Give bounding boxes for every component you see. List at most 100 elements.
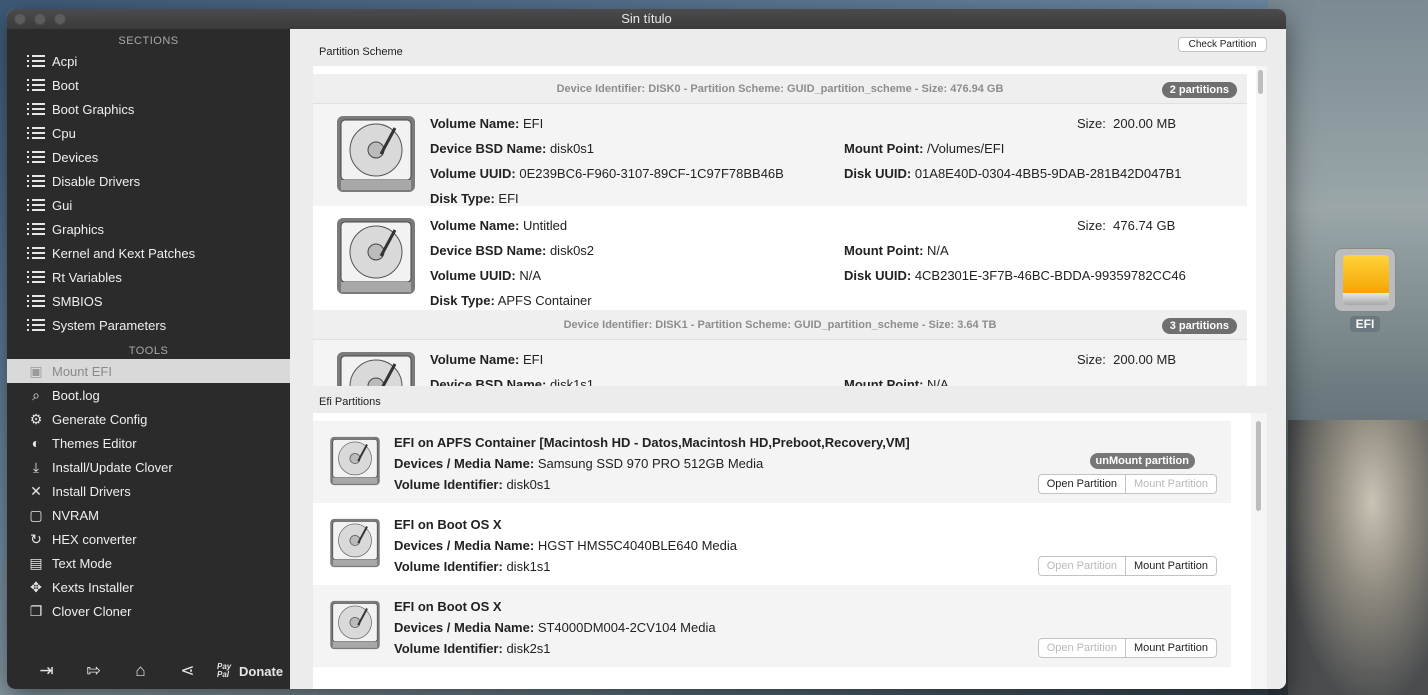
list-icon xyxy=(27,222,45,236)
palette-icon: ◐ xyxy=(31,435,41,451)
hard-drive-icon xyxy=(337,218,415,294)
volume-row[interactable]: Volume Name: Untitled Device BSD Name: d… xyxy=(313,206,1247,308)
sidebar-tool-item[interactable]: ⌕ Boot.log xyxy=(7,383,290,407)
partition-actions: Open Partition Mount Partition xyxy=(1037,474,1217,494)
partition-actions: Open Partition Mount Partition xyxy=(1037,556,1217,576)
sidebar-item-label: Cpu xyxy=(52,125,76,141)
share-icon[interactable]: ⋖ xyxy=(164,661,211,681)
efi-partition-title: EFI on APFS Container [Macintosh HD - Da… xyxy=(394,435,910,450)
desktop-efi-drive[interactable]: EFI xyxy=(1332,248,1398,332)
sidebar-tool-item[interactable]: ▣ Mount EFI xyxy=(7,359,290,383)
sidebar-section-item[interactable]: Cpu xyxy=(7,121,290,145)
sidebar-item-label: Install Drivers xyxy=(52,483,131,499)
efi-drive-icon xyxy=(1334,248,1396,312)
efi-list: EFI on APFS Container [Macintosh HD - Da… xyxy=(313,413,1251,689)
disk0-header-text: Device Identifier: DISK0 - Partition Sch… xyxy=(556,83,1004,95)
hard-drive-icon xyxy=(337,116,415,192)
size-value: 200.00 MB xyxy=(1113,116,1177,131)
volume-identifier-value: disk2s1 xyxy=(506,641,551,656)
efi-partition-title: EFI on Boot OS X xyxy=(394,517,502,532)
sidebar-item-label: Boot xyxy=(52,77,79,93)
sidebar-tool-item[interactable]: ⤓ Install/Update Clover xyxy=(7,455,290,479)
sidebar-section-item[interactable]: Rt Variables xyxy=(7,265,290,289)
sidebar-section-item[interactable]: SMBIOS xyxy=(7,289,290,313)
check-partition-button[interactable]: Check Partition xyxy=(1178,37,1267,52)
volume-identifier-value: disk0s1 xyxy=(506,477,551,492)
sidebar-tool-item[interactable]: ✥ Kexts Installer xyxy=(7,575,290,599)
sidebar-tool-item[interactable]: ✕ Install Drivers xyxy=(7,479,290,503)
sidebar-tool-item[interactable]: ▢ NVRAM xyxy=(7,503,290,527)
efi-partition-row[interactable]: EFI on Boot OS X Devices / Media Name: S… xyxy=(313,585,1231,667)
import-icon[interactable]: ⇥ xyxy=(23,661,70,681)
sections-header: SECTIONS xyxy=(118,35,179,47)
title-bar[interactable]: Sin título xyxy=(7,9,1286,29)
sidebar-tool-item[interactable]: ⚙ Generate Config xyxy=(7,407,290,431)
sidebar-section-item[interactable]: System Parameters xyxy=(7,313,290,337)
home-icon[interactable]: ⌂ xyxy=(117,661,164,681)
mount-partition-button[interactable]: Mount Partition xyxy=(1126,639,1216,657)
list-icon xyxy=(27,78,45,92)
hard-drive-icon xyxy=(330,436,380,486)
volume-uuid-value: N/A xyxy=(519,268,542,283)
sidebar-item-label: HEX converter xyxy=(52,531,137,547)
donate-button[interactable]: Pay Pal Donate xyxy=(217,663,283,679)
list-icon xyxy=(27,294,45,308)
sidebar-tool-item[interactable]: ↻ HEX converter xyxy=(7,527,290,551)
sidebar-section-item[interactable]: Graphics xyxy=(7,217,290,241)
mount-point-value: N/A xyxy=(927,243,949,258)
sidebar-section-item[interactable]: Boot xyxy=(7,73,290,97)
zoom-window-button[interactable] xyxy=(54,13,66,25)
efi-partition-row[interactable]: EFI on Boot OS X Devices / Media Name: H… xyxy=(313,503,1231,585)
disk1-header: Device Identifier: DISK1 - Partition Sch… xyxy=(313,310,1247,340)
sidebar-item-label: NVRAM xyxy=(52,507,99,523)
open-partition-button[interactable]: Open Partition xyxy=(1039,475,1127,493)
sidebar-item-label: Disable Drivers xyxy=(52,173,141,189)
sidebar-item-label: Kexts Installer xyxy=(52,579,134,595)
efi-partition-row[interactable]: EFI on APFS Container [Macintosh HD - Da… xyxy=(313,421,1231,503)
sidebar-section-item[interactable]: Devices xyxy=(7,145,290,169)
volume-row[interactable]: Volume Name: EFI Device BSD Name: disk0s… xyxy=(313,104,1247,206)
unmount-partition-button[interactable]: unMount partition xyxy=(1089,453,1195,469)
media-name-value: Samsung SSD 970 PRO 512GB Media xyxy=(537,456,764,471)
sidebar-section-item[interactable]: Disable Drivers xyxy=(7,169,290,193)
sidebar-item-label: Gui xyxy=(52,197,73,213)
efi-scrollbar[interactable] xyxy=(1251,413,1267,689)
bsd-name-value: disk0s2 xyxy=(549,243,595,258)
sidebar-item-label: Mount EFI xyxy=(52,363,112,379)
disk0-partitions-badge: 2 partitions xyxy=(1161,82,1237,98)
sidebar-tool-item[interactable]: ❐ Clover Cloner xyxy=(7,599,290,623)
open-partition-button[interactable]: Open Partition xyxy=(1039,639,1127,657)
hard-drive-icon xyxy=(337,352,415,386)
disk1-header-text: Device Identifier: DISK1 - Partition Sch… xyxy=(563,319,997,331)
sidebar-section-item[interactable]: Acpi xyxy=(7,49,290,73)
sidebar-section-item[interactable]: Kernel and Kext Patches xyxy=(7,241,290,265)
open-partition-button[interactable]: Open Partition xyxy=(1039,557,1127,575)
sidebar-item-label: Rt Variables xyxy=(52,269,122,285)
mount-partition-button[interactable]: Mount Partition xyxy=(1126,557,1216,575)
desktop-efi-label: EFI xyxy=(1349,316,1381,332)
volume-row[interactable]: Volume Name: EFI Device BSD Name: disk1s… xyxy=(313,340,1247,386)
sidebar-tool-item[interactable]: ▤ Text Mode xyxy=(7,551,290,575)
mount-partition-button[interactable]: Mount Partition xyxy=(1126,475,1216,493)
donate-label: Donate xyxy=(239,663,284,679)
sidebar-item-label: Clover Cloner xyxy=(52,603,132,619)
sidebar-item-label: Graphics xyxy=(52,221,105,237)
sidebar-section-item[interactable]: Boot Graphics xyxy=(7,97,290,121)
partition-scrollbar[interactable] xyxy=(1256,66,1267,386)
sidebar-item-label: Text Mode xyxy=(52,555,112,571)
sidebar-section-item[interactable]: Gui xyxy=(7,193,290,217)
disk0-header: Device Identifier: DISK0 - Partition Sch… xyxy=(313,74,1247,104)
close-window-button[interactable] xyxy=(14,13,26,25)
hard-drive-icon xyxy=(330,600,380,650)
volume-name-value: EFI xyxy=(522,352,544,367)
volume-uuid-value: 0E239BC6-F960-3107-89CF-1C97F78BB46B xyxy=(519,166,784,181)
export-icon[interactable]: ⇰ xyxy=(70,661,117,681)
sidebar-tool-item[interactable]: ◐ Themes Editor xyxy=(7,431,290,455)
mount-efi-icon: ▣ xyxy=(29,362,43,379)
minimize-window-button[interactable] xyxy=(34,13,46,25)
partition-actions: Open Partition Mount Partition xyxy=(1037,638,1217,658)
sidebar: SECTIONS Acpi Boot Boot Graphics Cpu Devices… xyxy=(7,29,290,689)
refresh-icon: ↻ xyxy=(30,530,42,547)
partition-scheme-panel: Device Identifier: DISK0 - Partition Sch… xyxy=(313,66,1267,386)
disk1-partitions-badge: 3 partitions xyxy=(1161,318,1237,334)
